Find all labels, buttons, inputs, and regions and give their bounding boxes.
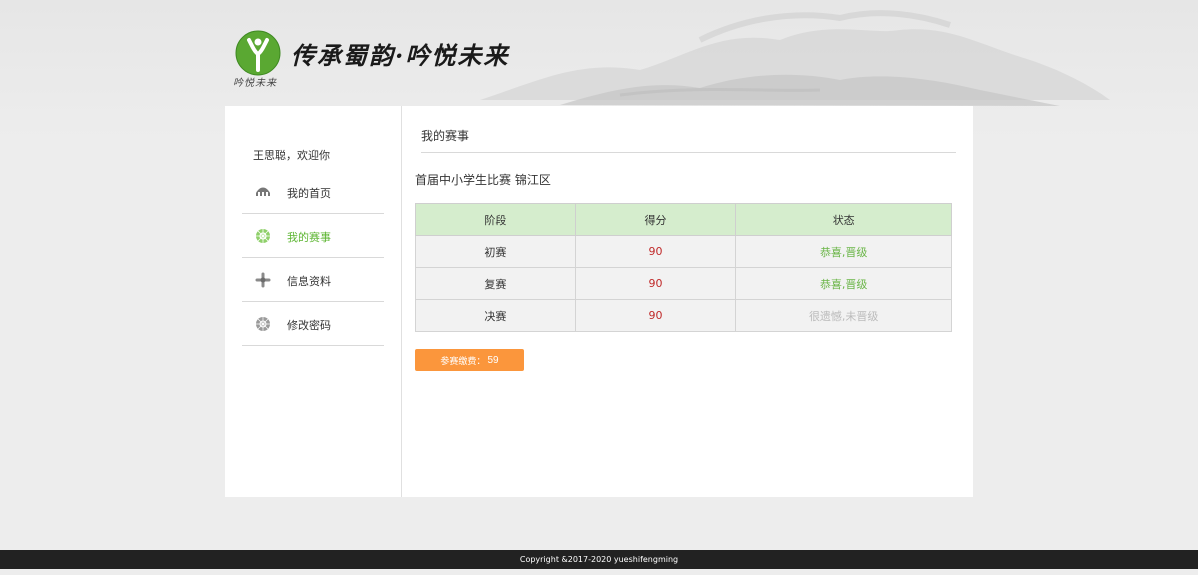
table-header-row: 阶段 得分 状态 bbox=[415, 203, 952, 236]
sidebar-nav: 我的首页 我的赛事 信息资料 修改密码 bbox=[242, 170, 384, 346]
stage-cell: 复赛 bbox=[415, 267, 576, 300]
sidebar-item-label: 修改密码 bbox=[287, 319, 331, 332]
fee-label: 参赛缴费： bbox=[440, 355, 486, 366]
score-table: 阶段 得分 状态 初赛 90 恭喜,晋级 复赛 90 恭喜,晋级 决赛 90 很… bbox=[415, 203, 952, 332]
table-row: 初赛 90 恭喜,晋级 bbox=[415, 235, 952, 268]
status-cell: 恭喜,晋级 bbox=[735, 267, 952, 300]
home-icon bbox=[256, 187, 270, 196]
site-slogan: 传承蜀韵·吟悦未来 bbox=[291, 41, 510, 70]
sidebar-item-label: 信息资料 bbox=[287, 275, 331, 288]
sidebar-item-competitions[interactable]: 我的赛事 bbox=[242, 214, 384, 258]
stage-cell: 初赛 bbox=[415, 235, 576, 268]
welcome-message: 王思聪，欢迎你 bbox=[253, 149, 330, 162]
competition-icon bbox=[256, 229, 270, 243]
main-content: 我的赛事 首届中小学生比赛 锦江区 阶段 得分 状态 初赛 90 恭喜,晋级 复… bbox=[403, 106, 973, 497]
score-cell: 90 bbox=[574, 235, 737, 268]
sidebar-item-info[interactable]: 信息资料 bbox=[242, 258, 384, 302]
column-header-score: 得分 bbox=[574, 203, 737, 236]
column-header-stage: 阶段 bbox=[415, 203, 576, 236]
logo-caption: 吟悦未来 bbox=[233, 78, 277, 89]
table-row: 决赛 90 很遗憾,未晋级 bbox=[415, 299, 952, 332]
content-panel: 王思聪，欢迎你 我的首页 我的赛事 信息资料 修改密码 我的赛事 首届中小学生比… bbox=[225, 106, 973, 497]
table-row: 复赛 90 恭喜,晋级 bbox=[415, 267, 952, 300]
competition-name: 首届中小学生比赛 锦江区 bbox=[415, 173, 551, 187]
footer-strip bbox=[0, 569, 1198, 575]
sidebar-item-home[interactable]: 我的首页 bbox=[242, 170, 384, 214]
site-header: 吟悦未来 传承蜀韵·吟悦未来 bbox=[225, 28, 725, 93]
sidebar-item-label: 我的首页 bbox=[287, 187, 331, 200]
copyright-text: Copyright &2017-2020 yueshifengming bbox=[519, 555, 679, 564]
score-cell: 90 bbox=[574, 299, 737, 332]
column-header-status: 状态 bbox=[735, 203, 952, 236]
stage-cell: 决赛 bbox=[415, 299, 576, 332]
logo-icon[interactable] bbox=[235, 30, 281, 76]
sidebar-item-password[interactable]: 修改密码 bbox=[242, 302, 384, 346]
status-cell: 恭喜,晋级 bbox=[735, 235, 952, 268]
footer: Copyright &2017-2020 yueshifengming bbox=[0, 550, 1198, 569]
page-title-text: 我的赛事 bbox=[421, 129, 470, 143]
info-icon bbox=[255, 272, 271, 288]
sidebar-item-label: 我的赛事 bbox=[287, 231, 331, 244]
status-cell: 很遗憾,未晋级 bbox=[735, 299, 952, 332]
score-cell: 90 bbox=[574, 267, 737, 300]
fee-amount: 59 bbox=[487, 354, 499, 366]
sidebar: 王思聪，欢迎你 我的首页 我的赛事 信息资料 修改密码 bbox=[225, 106, 402, 497]
password-icon bbox=[256, 317, 270, 331]
page-title: 我的赛事 bbox=[421, 127, 956, 153]
entry-fee-button[interactable]: 参赛缴费： 59 bbox=[415, 349, 524, 371]
